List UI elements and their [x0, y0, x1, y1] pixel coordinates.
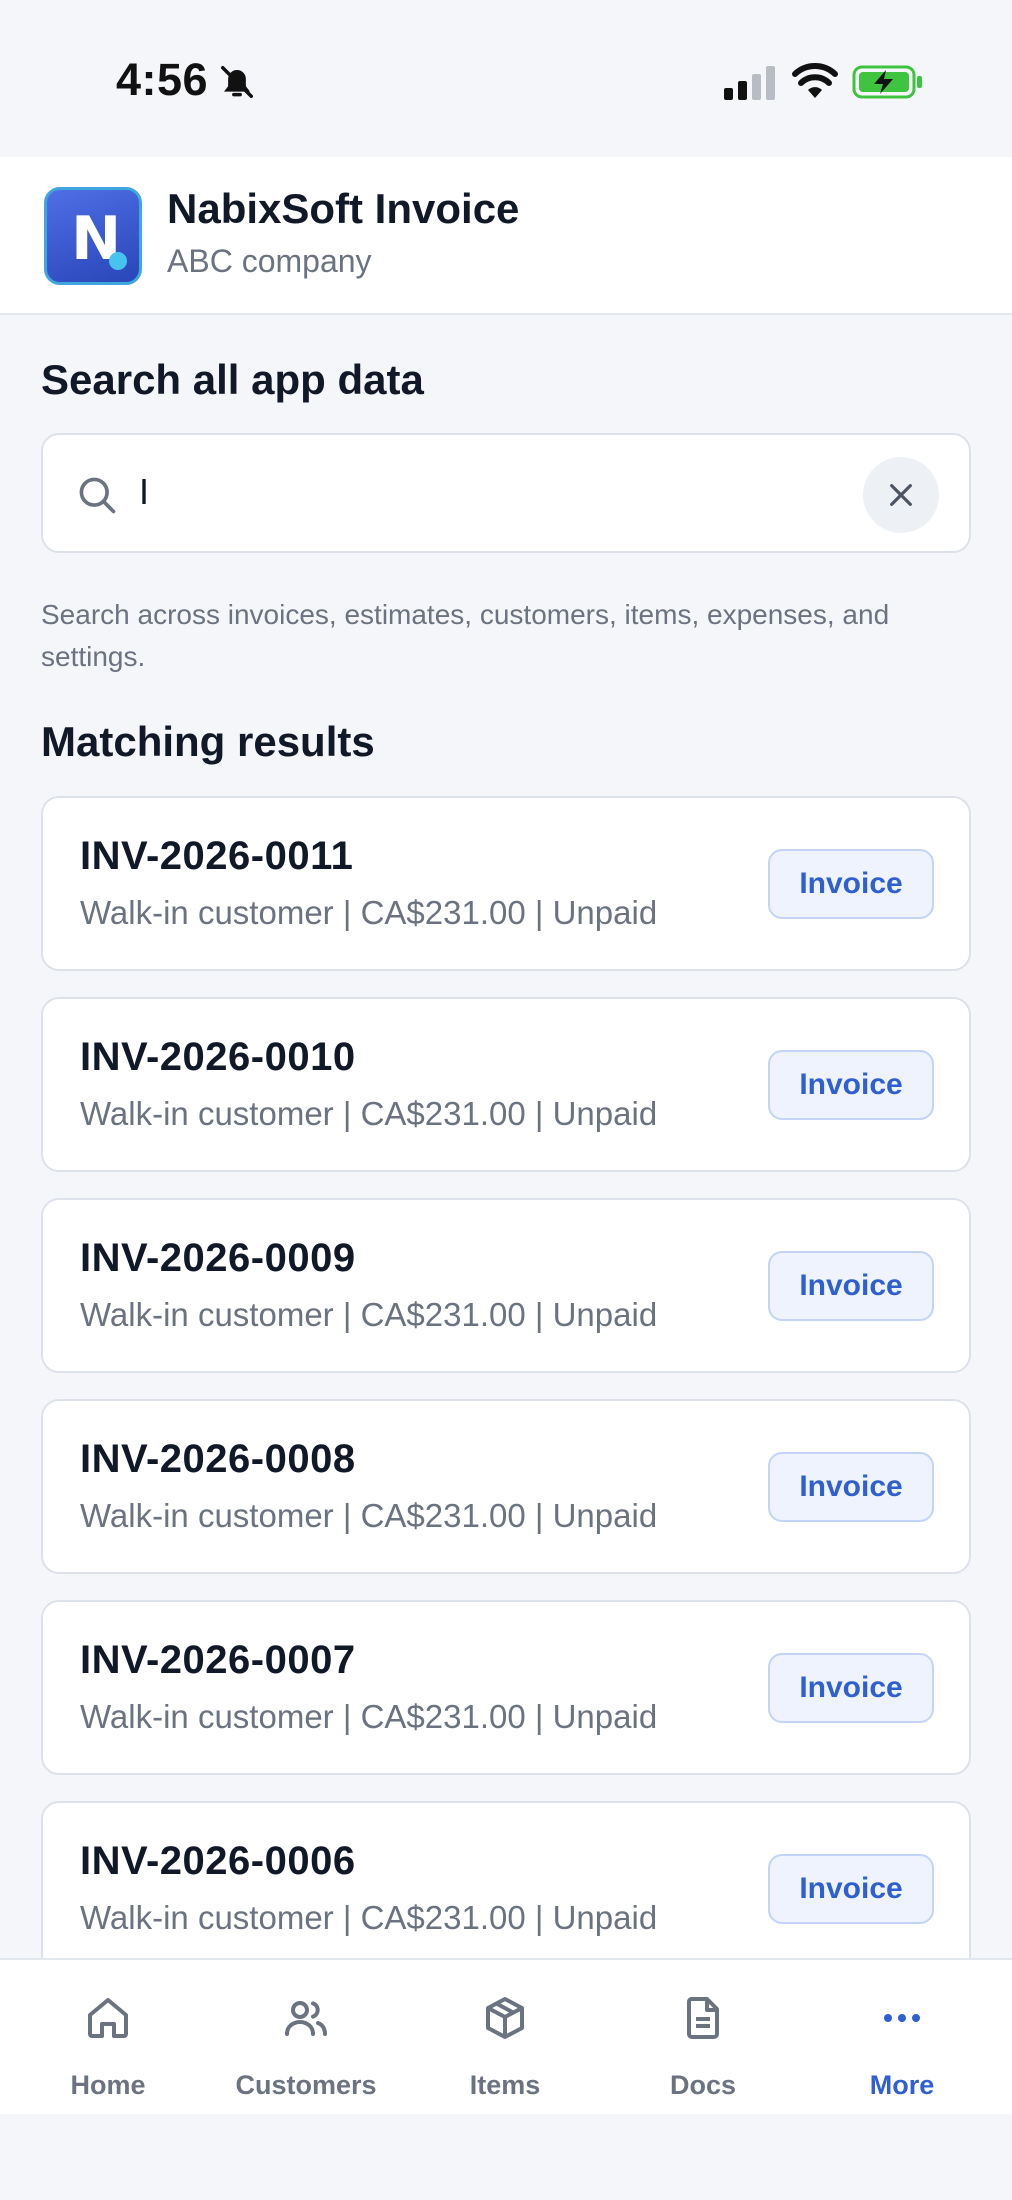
box-icon: [486, 1997, 524, 2039]
home-indicator-area: [0, 2114, 1012, 2200]
result-meta: Walk-in customer | CA$231.00 | Unpaid: [80, 1698, 658, 1735]
search-help-text: Search across invoices, estimates, custo…: [41, 599, 890, 672]
result-type-badge: Invoice: [768, 1653, 934, 1723]
app-header: N NabixSoft Invoice ABC company: [0, 157, 1012, 315]
result-title: INV-2026-0010: [80, 1035, 356, 1079]
status-bar: 4:56: [0, 0, 1012, 157]
home-icon: [88, 1998, 128, 2038]
search-icon: [79, 477, 116, 514]
app-title: NabixSoft Invoice: [167, 185, 520, 232]
result-title: INV-2026-0011: [80, 834, 354, 878]
result-meta: Walk-in customer | CA$231.00 | Unpaid: [80, 1296, 658, 1333]
result-meta: Walk-in customer | CA$231.00 | Unpaid: [80, 1095, 658, 1132]
bell-slash-icon: [221, 66, 253, 98]
nav-label: Items: [469, 2070, 541, 2100]
result-type-badge: Invoice: [768, 1251, 934, 1321]
clear-search-button[interactable]: [863, 457, 939, 533]
battery-charging-icon: [852, 65, 922, 99]
nav-item-customers[interactable]: Customers: [206, 1960, 406, 2116]
result-card[interactable]: INV-2026-0011 Walk-in customer | CA$231.…: [41, 796, 971, 971]
bottom-nav: Home Customers Items Docs More: [0, 1958, 1012, 2114]
result-card[interactable]: INV-2026-0009 Walk-in customer | CA$231.…: [41, 1198, 971, 1373]
close-icon: [890, 484, 912, 506]
result-card[interactable]: INV-2026-0006 Walk-in customer | CA$231.…: [41, 1801, 971, 1976]
nav-item-more[interactable]: More: [802, 1960, 1002, 2116]
result-card[interactable]: INV-2026-0010 Walk-in customer | CA$231.…: [41, 997, 971, 1172]
nav-label: Docs: [669, 2070, 737, 2100]
search-input[interactable]: I: [41, 433, 971, 553]
users-icon: [285, 2001, 327, 2036]
nav-item-items[interactable]: Items: [405, 1960, 605, 2116]
result-title: INV-2026-0008: [80, 1437, 356, 1481]
logo-check-icon: [109, 252, 127, 270]
result-meta: Walk-in customer | CA$231.00 | Unpaid: [80, 1497, 658, 1534]
result-type-badge: Invoice: [768, 849, 934, 919]
status-time: 4:56: [116, 54, 209, 105]
nav-item-docs[interactable]: Docs: [603, 1960, 803, 2116]
result-title: INV-2026-0009: [80, 1236, 356, 1280]
result-meta: Walk-in customer | CA$231.00 | Unpaid: [80, 894, 658, 931]
search-input-value[interactable]: I: [139, 471, 149, 513]
nav-label: Home: [70, 2070, 146, 2100]
app-logo: N: [44, 187, 142, 285]
cellular-signal-icon: [724, 66, 775, 100]
result-type-badge: Invoice: [768, 1854, 934, 1924]
wifi-icon: [792, 63, 838, 98]
result-meta: Walk-in customer | CA$231.00 | Unpaid: [80, 1899, 658, 1936]
search-heading: Search all app data: [41, 356, 424, 403]
result-title: INV-2026-0006: [80, 1839, 356, 1883]
result-type-badge: Invoice: [768, 1452, 934, 1522]
result-card[interactable]: INV-2026-0008 Walk-in customer | CA$231.…: [41, 1399, 971, 1574]
nav-label: Customers: [235, 2070, 377, 2100]
nav-label: More: [869, 2070, 935, 2100]
company-name: ABC company: [167, 243, 372, 279]
result-type-badge: Invoice: [768, 1050, 934, 1120]
result-title: INV-2026-0007: [80, 1638, 356, 1682]
results-heading: Matching results: [41, 718, 375, 765]
more-icon: [884, 2014, 920, 2022]
nav-item-home[interactable]: Home: [8, 1960, 208, 2116]
result-card[interactable]: INV-2026-0007 Walk-in customer | CA$231.…: [41, 1600, 971, 1775]
document-icon: [687, 1997, 719, 2039]
